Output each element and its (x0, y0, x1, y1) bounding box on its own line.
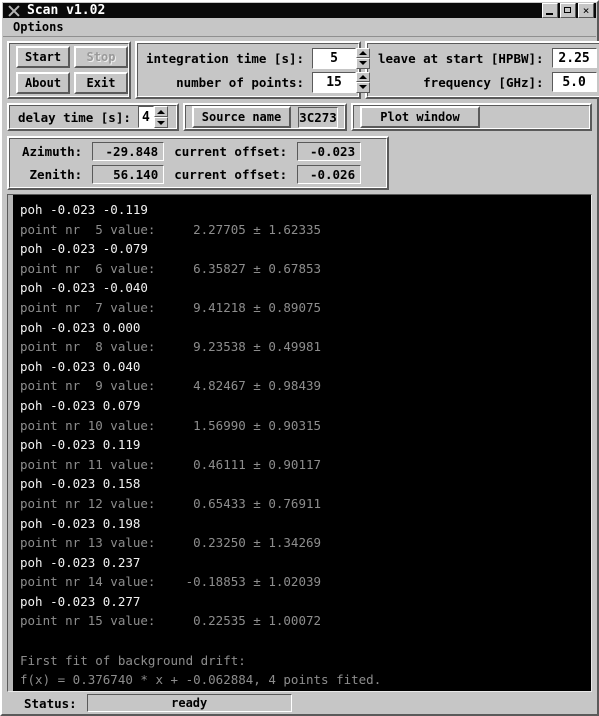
zenith-offset-label: current offset: (174, 167, 288, 182)
azimuth-label: Azimuth: (22, 144, 83, 159)
scan-application-window: Scan v1.02 × Options Start Stop About Ex… (0, 0, 599, 716)
terminal-line: poh -0.023 -0.119 (20, 202, 148, 217)
terminal-line: point nr 11 value: 0.46111 ± 0.90117 (20, 456, 322, 472)
window-title: Scan v1.02 (27, 3, 106, 18)
integration-time-down-icon[interactable] (356, 58, 371, 69)
status-value: ready (86, 694, 292, 713)
terminal-line: Second fit of background drift: (20, 690, 591, 692)
terminal-line: point nr 7 value: 9.41218 ± 0.89075 (20, 299, 322, 315)
terminal-line: point nr 8 value: 9.23538 ± 0.49981 (20, 339, 322, 355)
terminal-line: First fit of background drift: (20, 652, 246, 668)
number-of-points-down-icon[interactable] (356, 82, 371, 93)
stop-button[interactable]: Stop (74, 46, 128, 68)
number-of-points-spin-buttons[interactable] (356, 71, 371, 93)
exit-button[interactable]: Exit (74, 72, 128, 94)
window-buttons: × (542, 3, 594, 18)
source-group: Source name 3C273 (183, 103, 347, 131)
number-of-points-up-icon[interactable] (356, 71, 371, 82)
close-icon: × (582, 4, 590, 17)
terminal-line: poh -0.023 0.000 (20, 319, 141, 335)
integration-time-up-icon[interactable] (356, 47, 371, 58)
integration-time-value[interactable]: 5 (312, 47, 357, 69)
title-bar: Scan v1.02 × (3, 3, 596, 18)
terminal-line: poh -0.023 -0.040 (20, 280, 148, 296)
delay-time-stepper[interactable]: 4 (137, 106, 168, 128)
leave-at-start-label: leave at start [HPBW]: (378, 50, 544, 66)
delay-time-down-icon[interactable] (154, 117, 168, 128)
frequency-dropdown[interactable]: 5.0 (551, 72, 599, 92)
zenith-value: 56.140 (92, 165, 165, 184)
beam-params-group: leave at start [HPBW]: 2.25 frequency [G… (365, 41, 599, 99)
terminal-line: poh -0.023 0.158 (20, 476, 141, 492)
zenith-offset-value: -0.026 (297, 165, 362, 184)
azimuth-value: -29.848 (92, 142, 165, 161)
menu-bar: Options (3, 18, 596, 37)
delay-time-value[interactable]: 4 (137, 106, 154, 128)
toolbar-row-middle: delay time [s]: 4 Source name 3C273 Plot… (2, 103, 597, 131)
delay-time-label: delay time [s]: (18, 109, 131, 125)
delay-time-up-icon[interactable] (154, 106, 168, 117)
zenith-label: Zenith: (29, 167, 83, 182)
position-row: Azimuth: -29.848 current offset: -0.023 … (2, 136, 597, 190)
scan-params-group: integration time [s]: 5 number of points… (135, 41, 371, 99)
number-of-points-label: number of points: (176, 74, 305, 90)
terminal-output-panel[interactable]: poh -0.023 -0.119 point nr 5 value: 2.277… (7, 194, 592, 693)
integration-time-spin-buttons[interactable] (356, 47, 371, 69)
toolbar-row-top: Start Stop About Exit integration time [… (2, 41, 599, 99)
azimuth-offset-value: -0.023 (297, 142, 362, 161)
number-of-points-value[interactable]: 15 (312, 71, 357, 93)
terminal-log: poh -0.023 -0.119 point nr 5 value: 2.277… (13, 195, 591, 691)
terminal-line: poh -0.023 0.198 (20, 515, 141, 531)
position-group: Azimuth: -29.848 current offset: -0.023 … (7, 136, 389, 190)
leave-at-start-dropdown[interactable]: 2.25 (551, 48, 599, 68)
integration-time-stepper[interactable]: 5 (312, 47, 371, 69)
terminal-line: poh -0.023 -0.079 (20, 241, 148, 257)
menu-item-options[interactable]: Options (3, 18, 72, 36)
terminal-line: poh -0.023 0.079 (20, 397, 141, 413)
terminal-line: poh -0.023 0.119 (20, 437, 141, 453)
terminal-line: point nr 13 value: 0.23250 ± 1.34269 (20, 535, 322, 551)
maximize-button[interactable] (560, 3, 576, 18)
terminal-line: poh -0.023 0.277 (20, 593, 141, 609)
delay-time-group: delay time [s]: 4 (7, 103, 179, 131)
source-name-button[interactable]: Source name (192, 106, 291, 128)
number-of-points-stepper[interactable]: 15 (312, 71, 371, 93)
terminal-line: point nr 15 value: 0.22535 ± 1.00072 (20, 613, 322, 629)
source-name-value: 3C273 (298, 106, 338, 128)
minimize-button[interactable] (542, 3, 558, 18)
terminal-line: poh -0.023 0.237 (20, 554, 141, 570)
leave-at-start-value[interactable]: 2.25 (551, 48, 597, 68)
terminal-line: point nr 9 value: 4.82467 ± 0.98439 (20, 378, 322, 394)
start-button[interactable]: Start (16, 46, 70, 68)
delay-time-spin-buttons[interactable] (154, 106, 168, 128)
azimuth-offset-label: current offset: (174, 144, 288, 159)
terminal-line: f(x) = 0.376740 * x + -0.062884, 4 point… (20, 672, 382, 688)
action-buttons-group: Start Stop About Exit (7, 41, 131, 99)
about-button[interactable]: About (16, 72, 70, 94)
close-button[interactable]: × (578, 3, 594, 18)
frequency-label: frequency [GHz]: (423, 74, 544, 90)
x-logo-icon (7, 4, 21, 18)
terminal-line: point nr 14 value: -0.18853 ± 1.02039 (20, 574, 322, 590)
terminal-line: poh -0.023 0.040 (20, 358, 141, 374)
plot-group: Plot window (351, 103, 592, 131)
terminal-line: point nr 10 value: 1.56990 ± 0.90315 (20, 417, 322, 433)
plot-window-button[interactable]: Plot window (360, 106, 480, 128)
status-bar: Status: ready (2, 692, 597, 714)
frequency-value[interactable]: 5.0 (551, 72, 597, 92)
terminal-line: point nr 6 value: 6.35827 ± 0.67853 (20, 260, 322, 276)
status-label: Status: (24, 695, 77, 711)
terminal-line: point nr 12 value: 0.65433 ± 0.76911 (20, 495, 322, 511)
terminal-line: point nr 5 value: 2.27705 ± 1.62335 (20, 221, 322, 237)
integration-time-label: integration time [s]: (146, 50, 305, 66)
action-buttons-grid: Start Stop About Exit (10, 43, 134, 97)
